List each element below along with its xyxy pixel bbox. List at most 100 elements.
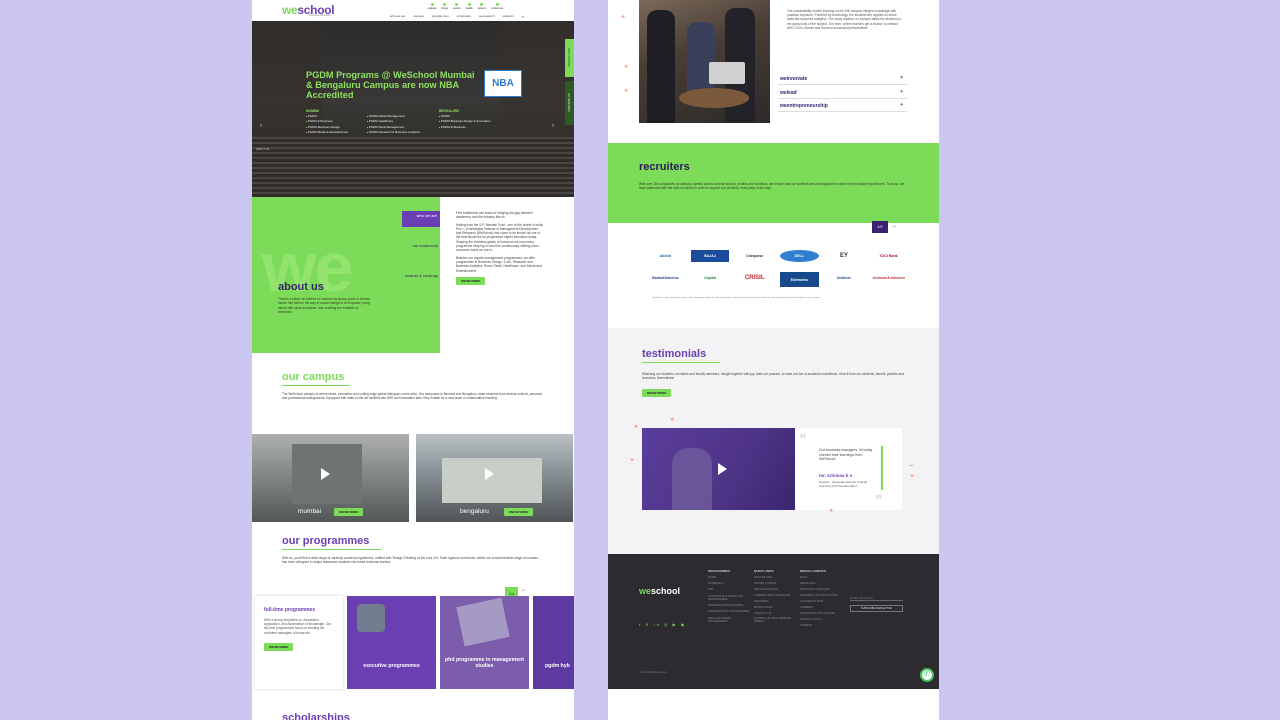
top-link-careers[interactable]: careers — [478, 3, 486, 10]
top-link-media[interactable]: media — [466, 3, 473, 10]
programmes-text: With us, you'll find a wide range of car… — [282, 556, 539, 565]
featured-programme-card[interactable]: full-time programmes With a strong empha… — [255, 596, 343, 689]
hero-next-arrow[interactable]: › — [552, 123, 554, 129]
play-icon[interactable] — [718, 463, 727, 475]
about-right-text: Few institutions can boast of bridging t… — [456, 211, 544, 286]
play-icon[interactable] — [321, 468, 330, 480]
footer-link[interactable]: SMALL BUSINESS PROGRAMMES — [708, 617, 748, 623]
plus-icon[interactable]: + — [900, 102, 903, 108]
campus-title: our campus — [282, 371, 345, 383]
recruiters-next-arrow[interactable]: → — [891, 223, 897, 229]
enquire-now-tab[interactable]: ENQUIRE NOW — [565, 39, 574, 77]
footer-link[interactable]: PhD — [708, 587, 750, 593]
campus-tile-bengaluru[interactable]: bengaluru KNOW MORE — [416, 434, 573, 522]
plus-icon[interactable]: + — [900, 89, 903, 95]
chat-with-us-tab[interactable]: CHAT WITH US — [565, 81, 574, 125]
person-figure — [647, 10, 675, 123]
contact-icon — [495, 3, 499, 6]
footer-link[interactable]: NATIONAL ALUMNI WEBINAR SERIES — [754, 617, 792, 623]
hero-stairs-image — [252, 137, 574, 197]
testimonials-underline — [642, 362, 720, 363]
footer-link[interactable]: INTERNATIONAL PROGRAMMES — [708, 609, 750, 615]
recruiter-logo: Edelweiss — [780, 272, 819, 287]
programmes-title-underline — [282, 549, 381, 550]
social-icons[interactable]: f ✕ in ◎ ▶ ◉ — [639, 622, 686, 627]
enquire-icon — [430, 3, 434, 6]
about-us-link[interactable]: ABOUT US — [256, 148, 269, 151]
top-link-enquire[interactable]: enquire — [428, 3, 437, 10]
campus-know-more-button[interactable]: KNOW MORE — [504, 508, 534, 516]
about-nav-who-we-are[interactable]: who we are — [402, 211, 440, 227]
about-nav-awards[interactable]: awards & rankings — [402, 273, 438, 278]
nav-corporates[interactable]: corporates — [457, 14, 471, 19]
accordion-welead[interactable]: welead + — [778, 88, 907, 99]
whatsapp-icon[interactable]: ✆ — [920, 668, 934, 682]
hero-mumbai-col2: PGDM Retail Management PGDM Healthcare P… — [367, 114, 431, 136]
search-icon[interactable]: ⌕ — [522, 14, 524, 19]
about-nav-leadership[interactable]: our leadership — [402, 243, 438, 248]
decor-cross: ✳ — [634, 424, 639, 430]
programme-tile-pgdm-hyb[interactable]: pgdm hyb — [533, 596, 574, 689]
hero-mumbai-col1: MUMBAI PGDM PGDM E Business PGDM Busines… — [306, 109, 366, 136]
close-icon[interactable]: × — [900, 75, 903, 81]
footer-link[interactable]: CORPORATE & EXECUTIVE PROGRAMMES — [708, 595, 748, 601]
campus-tile-mumbai[interactable]: mumbai KNOW MORE — [252, 434, 409, 522]
testimonial-video[interactable] — [642, 428, 795, 510]
testimonial-next-arrow[interactable]: → — [908, 462, 914, 468]
accordion-weinnovate[interactable]: weinnovate × — [778, 74, 907, 85]
top-link-events[interactable]: events — [453, 3, 461, 10]
nav-weresearch[interactable]: weresearch — [479, 14, 495, 19]
testimonials-know-more-button[interactable]: KNOW MORE — [642, 389, 672, 397]
recruiters-panel: recruiters With over 350 companies on ca… — [608, 143, 939, 223]
mumbai-program: PGDM Media & Entertainment — [306, 130, 366, 135]
scholarships-title: scholarships — [282, 712, 350, 720]
quote-name: mr. srinivas k s — [819, 473, 853, 478]
footer-link[interactable]: SITEMAP — [800, 623, 838, 629]
quote-text: Our business managers, till today cheris… — [819, 448, 873, 462]
accordion-label: welead — [780, 90, 797, 96]
recruiter-logo: BankofAmerica — [652, 276, 679, 280]
accordion-label: weentrepreneurship — [780, 103, 828, 109]
play-icon[interactable] — [485, 468, 494, 480]
decor-cross: ✳ — [670, 417, 675, 423]
logos-disclaimer: Disclaimer: Logos and brand names of the… — [652, 297, 821, 299]
students-photo — [639, 0, 770, 123]
featured-know-more-button[interactable]: KNOW MORE — [264, 642, 294, 651]
tile-decor — [456, 597, 510, 647]
table-image — [679, 88, 749, 108]
footer-col-head: QUICK LINKS — [754, 569, 774, 573]
media-icon — [467, 3, 471, 6]
footer-col-quick-links: QUICK LINKS WHO WE ARE ALUMNI LOUNGE MED… — [754, 568, 792, 623]
site-header: weschool Welingkar Education enquire blo… — [252, 0, 574, 21]
quote-close-icon: ❞ — [875, 492, 883, 508]
programmes-next-arrow[interactable]: → — [520, 587, 526, 593]
nav-campus[interactable]: campus — [413, 14, 424, 19]
hero-bengaluru-col: BENGALURU PGDM PGDM Business Design & In… — [439, 109, 495, 130]
accordion-weentrepreneurship[interactable]: weentrepreneurship + — [778, 101, 907, 112]
bengaluru-program: PGDM E-Business — [439, 125, 495, 130]
nav-programmes[interactable]: programmes — [432, 14, 449, 19]
testimonial-quote-card: ❝ Our business managers, till today cher… — [795, 428, 902, 510]
campus-know-more-button[interactable]: KNOW MORE — [334, 508, 364, 516]
about-know-more-button[interactable]: KNOW MORE — [456, 276, 486, 286]
hero-prev-arrow[interactable]: ‹ — [260, 123, 262, 129]
testimonials-panel: testimonials Watching our students, recr… — [608, 328, 939, 554]
programme-tile-phd[interactable]: phd programme in management studies — [440, 596, 529, 689]
nav-who-we-are[interactable]: who we are — [390, 14, 405, 19]
footer-logo[interactable]: weschool — [639, 586, 680, 596]
programme-tile-executive[interactable]: executive programmes — [347, 596, 436, 689]
we-learning-text: The sustainability centric learning on t… — [787, 9, 902, 30]
hero-banner: PGDM Programs @ WeSchool Mumbai & Bengal… — [252, 21, 574, 197]
decor-cross: ✳ — [829, 508, 834, 514]
quote-accent-bar — [881, 446, 883, 490]
programme-tile-label: phd programme in management studies — [445, 657, 524, 669]
speaker-figure — [672, 448, 712, 510]
top-link-contact[interactable]: contact us — [491, 3, 503, 10]
about-title: about us — [278, 281, 324, 293]
about-paragraph: Few institutions can boast of bridging t… — [456, 211, 533, 220]
subscribe-button[interactable]: SUBSCRIBE NEWSLETTER — [850, 605, 903, 612]
newsletter-email-input[interactable]: ENTER YOUR EMAIL — [850, 597, 903, 601]
nav-welambr[interactable]: welambr — [502, 14, 513, 19]
top-link-blogs[interactable]: blogs — [442, 3, 448, 10]
recruiters-text: With over 350 companies on campus, sprea… — [639, 182, 905, 191]
